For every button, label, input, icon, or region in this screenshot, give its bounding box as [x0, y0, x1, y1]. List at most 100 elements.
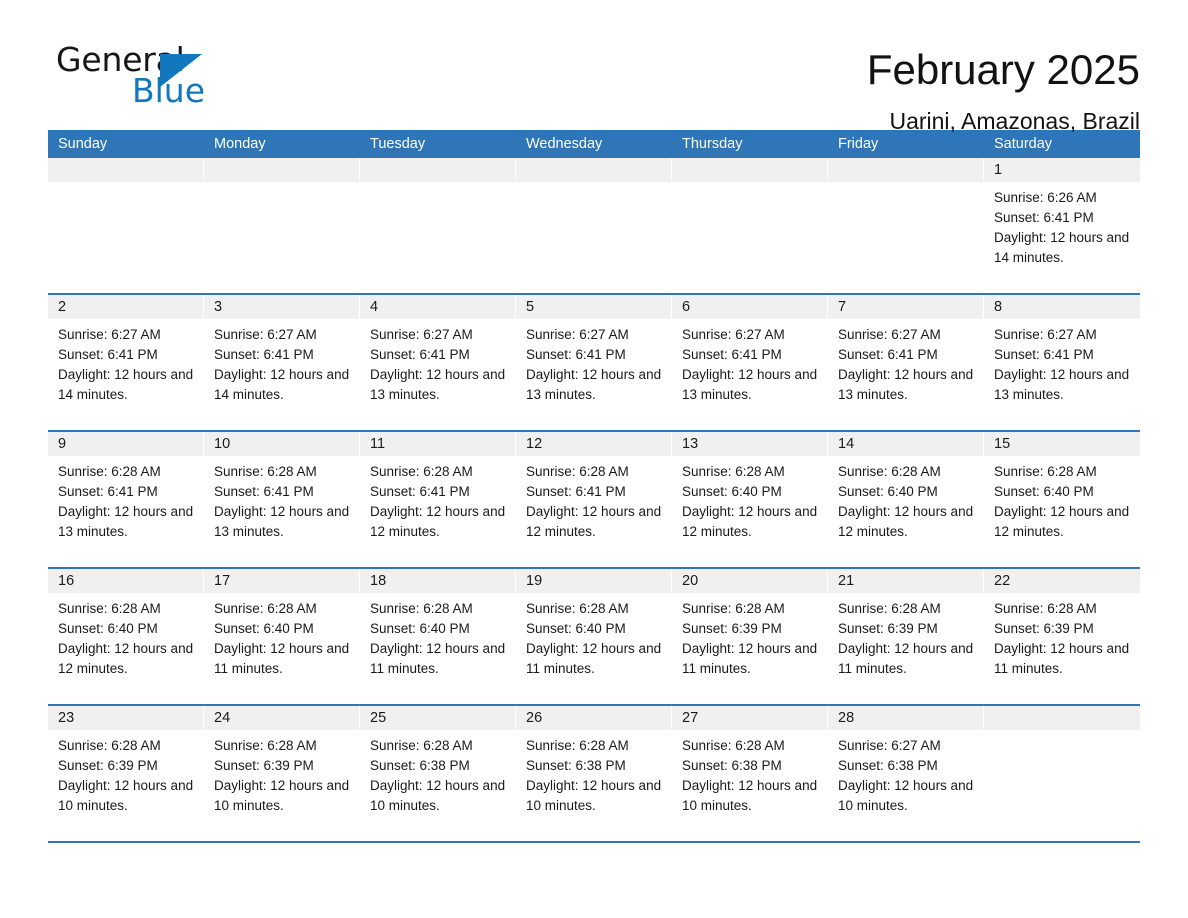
- day-sun-info: Sunrise: 6:28 AM Sunset: 6:40 PM Daylight:…: [828, 456, 983, 542]
- calendar-day-cell[interactable]: 6 Sunrise: 6:27 AM Sunset: 6:41 PM Daylight…: [672, 295, 828, 430]
- weekday-header-sunday: Sunday: [58, 136, 108, 152]
- sunrise-text: Sunrise: 6:28 AM: [838, 464, 941, 479]
- calendar-day-cell[interactable]: 26 Sunrise: 6:28 AM Sunset: 6:38 PM Dayligh…: [516, 706, 672, 841]
- calendar-week-row: 16 Sunrise: 6:28 AM Sunset: 6:40 PM Dayligh…: [48, 567, 1140, 704]
- day-number: 24: [204, 706, 359, 730]
- daylight-text: Daylight: 12 hours and 13 minutes.: [526, 367, 662, 402]
- calendar-day-cell[interactable]: 23 Sunrise: 6:28 AM Sunset: 6:39 PM Dayligh…: [48, 706, 204, 841]
- day-number: 3: [204, 295, 359, 319]
- daylight-text: Daylight: 12 hours and 11 minutes.: [682, 641, 818, 676]
- calendar-day-cell[interactable]: 9 Sunrise: 6:28 AM Sunset: 6:41 PM Daylight…: [48, 432, 204, 567]
- calendar-day-cell[interactable]: 12 Sunrise: 6:28 AM Sunset: 6:41 PM Dayligh…: [516, 432, 672, 567]
- calendar-day-cell[interactable]: 20 Sunrise: 6:28 AM Sunset: 6:39 PM Dayligh…: [672, 569, 828, 704]
- calendar-day-cell[interactable]: 18 Sunrise: 6:28 AM Sunset: 6:40 PM Dayligh…: [360, 569, 516, 704]
- calendar-day-cell[interactable]: 10 Sunrise: 6:28 AM Sunset: 6:41 PM Dayligh…: [204, 432, 360, 567]
- day-sun-info: Sunrise: 6:28 AM Sunset: 6:41 PM Daylight:…: [360, 456, 515, 542]
- calendar-day-cell[interactable]: 4 Sunrise: 6:27 AM Sunset: 6:41 PM Daylight…: [360, 295, 516, 430]
- sunrise-text: Sunrise: 6:28 AM: [526, 601, 629, 616]
- day-number: [48, 158, 203, 182]
- day-number: 2: [48, 295, 203, 319]
- day-sun-info: Sunrise: 6:28 AM Sunset: 6:41 PM Daylight:…: [516, 456, 671, 542]
- sunset-text: Sunset: 6:40 PM: [994, 484, 1094, 499]
- day-sun-info: Sunrise: 6:27 AM Sunset: 6:41 PM Daylight:…: [828, 319, 983, 405]
- calendar-day-cell[interactable]: 14 Sunrise: 6:28 AM Sunset: 6:40 PM Dayligh…: [828, 432, 984, 567]
- day-number: 10: [204, 432, 359, 456]
- calendar-day-cell-empty: [48, 158, 204, 293]
- calendar-day-cell[interactable]: 24 Sunrise: 6:28 AM Sunset: 6:39 PM Dayligh…: [204, 706, 360, 841]
- sunrise-text: Sunrise: 6:28 AM: [370, 601, 473, 616]
- sunset-text: Sunset: 6:41 PM: [214, 347, 314, 362]
- calendar-day-cell[interactable]: 16 Sunrise: 6:28 AM Sunset: 6:40 PM Dayligh…: [48, 569, 204, 704]
- calendar-day-cell[interactable]: 5 Sunrise: 6:27 AM Sunset: 6:41 PM Daylight…: [516, 295, 672, 430]
- day-number: 22: [984, 569, 1140, 593]
- calendar-week-row: 23 Sunrise: 6:28 AM Sunset: 6:39 PM Dayligh…: [48, 704, 1140, 841]
- sunrise-text: Sunrise: 6:28 AM: [214, 601, 317, 616]
- sunrise-text: Sunrise: 6:27 AM: [214, 327, 317, 342]
- day-number: 1: [984, 158, 1140, 182]
- day-sun-info: Sunrise: 6:28 AM Sunset: 6:40 PM Daylight:…: [672, 456, 827, 542]
- sunset-text: Sunset: 6:38 PM: [526, 758, 626, 773]
- day-number: 13: [672, 432, 827, 456]
- calendar-day-cell[interactable]: 11 Sunrise: 6:28 AM Sunset: 6:41 PM Dayligh…: [360, 432, 516, 567]
- calendar-day-cell[interactable]: 21 Sunrise: 6:28 AM Sunset: 6:39 PM Dayligh…: [828, 569, 984, 704]
- calendar-day-cell[interactable]: 7 Sunrise: 6:27 AM Sunset: 6:41 PM Daylight…: [828, 295, 984, 430]
- calendar-day-cell[interactable]: 13 Sunrise: 6:28 AM Sunset: 6:40 PM Dayligh…: [672, 432, 828, 567]
- day-sun-info: Sunrise: 6:28 AM Sunset: 6:39 PM Daylight:…: [48, 730, 203, 816]
- calendar-day-cell[interactable]: 27 Sunrise: 6:28 AM Sunset: 6:38 PM Dayligh…: [672, 706, 828, 841]
- day-sun-info: Sunrise: 6:28 AM Sunset: 6:39 PM Daylight:…: [828, 593, 983, 679]
- calendar-day-cell[interactable]: 19 Sunrise: 6:28 AM Sunset: 6:40 PM Dayligh…: [516, 569, 672, 704]
- calendar-day-cell[interactable]: 25 Sunrise: 6:28 AM Sunset: 6:38 PM Dayligh…: [360, 706, 516, 841]
- sunset-text: Sunset: 6:41 PM: [58, 347, 158, 362]
- daylight-text: Daylight: 12 hours and 13 minutes.: [214, 504, 350, 539]
- day-number: 16: [48, 569, 203, 593]
- calendar-grid: Sunday Monday Tuesday Wednesday Thursday Frid…: [48, 130, 1140, 841]
- sunset-text: Sunset: 6:40 PM: [682, 484, 782, 499]
- calendar-day-cell[interactable]: 22 Sunrise: 6:28 AM Sunset: 6:39 PM Dayligh…: [984, 569, 1140, 704]
- calendar-bottom-rule: [48, 841, 1140, 843]
- calendar-day-cell[interactable]: 3 Sunrise: 6:27 AM Sunset: 6:41 PM Daylight…: [204, 295, 360, 430]
- sunset-text: Sunset: 6:41 PM: [526, 347, 626, 362]
- day-sun-info: Sunrise: 6:27 AM Sunset: 6:41 PM Daylight:…: [672, 319, 827, 405]
- daylight-text: Daylight: 12 hours and 10 minutes.: [682, 778, 818, 813]
- day-sun-info: Sunrise: 6:28 AM Sunset: 6:38 PM Daylight:…: [516, 730, 671, 816]
- sunset-text: Sunset: 6:38 PM: [838, 758, 938, 773]
- generalblue-logo[interactable]: General Blue: [56, 42, 256, 116]
- day-number: 23: [48, 706, 203, 730]
- day-number: 17: [204, 569, 359, 593]
- sunset-text: Sunset: 6:40 PM: [838, 484, 938, 499]
- sunset-text: Sunset: 6:39 PM: [994, 621, 1094, 636]
- sunset-text: Sunset: 6:41 PM: [526, 484, 626, 499]
- day-sun-info: Sunrise: 6:28 AM Sunset: 6:40 PM Daylight:…: [984, 456, 1140, 542]
- daylight-text: Daylight: 12 hours and 10 minutes.: [214, 778, 350, 813]
- sunset-text: Sunset: 6:41 PM: [994, 347, 1094, 362]
- day-sun-info: Sunrise: 6:27 AM Sunset: 6:41 PM Daylight:…: [984, 319, 1140, 405]
- sunrise-text: Sunrise: 6:28 AM: [58, 601, 161, 616]
- day-number: [204, 158, 359, 182]
- calendar-day-cell[interactable]: 2 Sunrise: 6:27 AM Sunset: 6:41 PM Daylight…: [48, 295, 204, 430]
- title-block: February 2025 Uarini, Amazonas, Brazil: [867, 42, 1140, 136]
- day-sun-info: Sunrise: 6:27 AM Sunset: 6:41 PM Daylight:…: [48, 319, 203, 405]
- day-sun-info: Sunrise: 6:28 AM Sunset: 6:39 PM Daylight:…: [204, 730, 359, 816]
- day-number: [516, 158, 671, 182]
- day-number: 19: [516, 569, 671, 593]
- calendar-day-cell[interactable]: 15 Sunrise: 6:28 AM Sunset: 6:40 PM Dayligh…: [984, 432, 1140, 567]
- day-number: 20: [672, 569, 827, 593]
- calendar-day-cell[interactable]: 28 Sunrise: 6:27 AM Sunset: 6:38 PM Dayligh…: [828, 706, 984, 841]
- daylight-text: Daylight: 12 hours and 12 minutes.: [682, 504, 818, 539]
- day-sun-info: Sunrise: 6:27 AM Sunset: 6:38 PM Daylight:…: [828, 730, 983, 816]
- day-sun-info: Sunrise: 6:28 AM Sunset: 6:41 PM Daylight:…: [204, 456, 359, 542]
- calendar-day-cell[interactable]: 1 Sunrise: 6:26 AM Sunset: 6:41 PM Daylight…: [984, 158, 1140, 293]
- calendar-day-cell-empty: [204, 158, 360, 293]
- sunset-text: Sunset: 6:40 PM: [370, 621, 470, 636]
- day-number: 6: [672, 295, 827, 319]
- sunrise-text: Sunrise: 6:27 AM: [838, 327, 941, 342]
- sunrise-text: Sunrise: 6:28 AM: [370, 738, 473, 753]
- calendar-day-cell[interactable]: 17 Sunrise: 6:28 AM Sunset: 6:40 PM Dayligh…: [204, 569, 360, 704]
- calendar-day-cell[interactable]: 8 Sunrise: 6:27 AM Sunset: 6:41 PM Daylight…: [984, 295, 1140, 430]
- sunrise-text: Sunrise: 6:28 AM: [214, 464, 317, 479]
- page-title: February 2025: [866, 46, 1140, 93]
- day-sun-info: Sunrise: 6:28 AM Sunset: 6:38 PM Daylight:…: [672, 730, 827, 816]
- calendar-day-cell-empty: [984, 706, 1140, 841]
- triangle-logo-icon: [160, 54, 202, 87]
- daylight-text: Daylight: 12 hours and 14 minutes.: [994, 230, 1130, 265]
